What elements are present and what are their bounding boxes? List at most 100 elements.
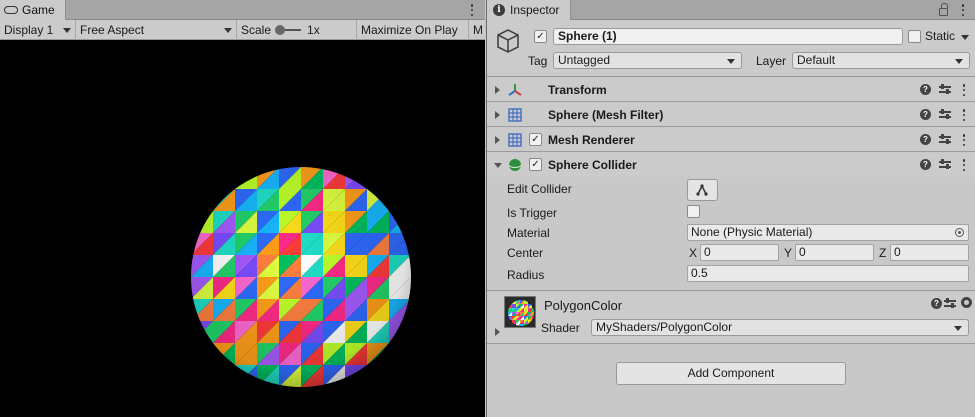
component-title: Sphere Collider	[548, 158, 637, 172]
help-icon[interactable]: ?	[920, 109, 931, 120]
unity-editor: Game Display 1 Free Aspect Scale 1x Maxi…	[0, 0, 975, 417]
fold-arrow-icon[interactable]	[495, 111, 500, 119]
center-x-input[interactable]: 0	[700, 244, 779, 261]
chevron-down-icon	[955, 59, 963, 64]
presets-icon[interactable]	[939, 83, 951, 95]
object-name-input[interactable]: Sphere (1)	[553, 28, 903, 45]
mute-audio-toggle[interactable]: M	[469, 20, 485, 40]
component-mesh-renderer[interactable]: ✓ Mesh Renderer ?	[487, 128, 975, 152]
tab-inspector-label: Inspector	[510, 3, 560, 17]
help-icon[interactable]: ?	[920, 84, 931, 95]
radius-label: Radius	[507, 268, 545, 282]
game-tab-bar: Game	[0, 0, 485, 20]
display-dropdown[interactable]: Display 1	[0, 19, 76, 40]
edit-collider-icon	[696, 184, 708, 196]
scale-value: 1x	[307, 22, 320, 37]
info-icon: i	[493, 4, 505, 16]
maximize-on-play-toggle[interactable]: Maximize On Play	[357, 19, 469, 40]
component-menu-kebab-icon[interactable]	[962, 159, 966, 171]
gear-icon[interactable]	[961, 297, 972, 308]
static-checkbox[interactable]	[908, 30, 921, 43]
scale-slider-handle[interactable]	[275, 24, 286, 35]
chevron-down-icon	[224, 27, 232, 33]
material-label: Material	[507, 226, 550, 240]
game-panel: Game Display 1 Free Aspect Scale 1x Maxi…	[0, 0, 485, 417]
layer-label: Layer	[756, 54, 787, 68]
material-name: PolygonColor	[544, 298, 623, 313]
sphere-shading	[191, 167, 411, 387]
material-fold-arrow-icon[interactable]	[495, 328, 500, 336]
radius-input[interactable]: 0.5	[687, 265, 969, 282]
game-menu-kebab-icon[interactable]	[470, 4, 474, 16]
scale-slider[interactable]	[275, 24, 302, 35]
component-tools: ?	[920, 158, 968, 172]
center-y-label: Y	[784, 246, 793, 260]
component-tools: ?	[920, 133, 968, 147]
material-preview-sphere	[508, 300, 534, 326]
aspect-dropdown[interactable]: Free Aspect	[76, 19, 237, 40]
fold-arrow-open-icon[interactable]	[494, 163, 502, 168]
sphere-collider-icon	[508, 159, 522, 171]
component-title: Mesh Renderer	[548, 133, 635, 147]
game-toolbar: Display 1 Free Aspect Scale 1x Maximize …	[0, 19, 485, 40]
component-menu-kebab-icon[interactable]	[962, 134, 966, 146]
tag-dropdown[interactable]: Untagged	[553, 52, 742, 69]
chevron-down-icon	[63, 27, 71, 33]
edit-collider-label: Edit Collider	[507, 182, 572, 196]
physic-material-field[interactable]: None (Physic Material)	[687, 224, 969, 241]
scale-control: Scale 1x	[237, 19, 357, 40]
mesh-renderer-icon	[508, 133, 522, 147]
cube-icon	[497, 29, 519, 53]
shader-value: MyShaders/PolygonColor	[596, 320, 733, 334]
component-menu-kebab-icon[interactable]	[962, 84, 966, 96]
object-picker-icon[interactable]	[955, 228, 964, 237]
sphere-collider-enabled-checkbox[interactable]: ✓	[529, 158, 542, 171]
layer-dropdown[interactable]: Default	[792, 52, 970, 69]
fold-arrow-icon[interactable]	[495, 86, 500, 94]
help-icon[interactable]: ?	[920, 134, 931, 145]
presets-icon[interactable]	[939, 158, 951, 170]
tag-label: Tag	[528, 54, 548, 68]
chevron-down-icon	[727, 59, 735, 64]
component-transform[interactable]: Transform ?	[487, 78, 975, 102]
tab-inspector[interactable]: i Inspector	[487, 0, 571, 20]
physic-material-value: None (Physic Material)	[691, 225, 813, 239]
center-z-input[interactable]: 0	[890, 244, 969, 261]
center-y-input[interactable]: 0	[795, 244, 874, 261]
material-preview-thumbnail[interactable]	[504, 296, 536, 328]
active-checkbox[interactable]: ✓	[534, 30, 547, 43]
maximize-on-play-label: Maximize On Play	[361, 22, 458, 37]
component-menu-kebab-icon[interactable]	[962, 109, 966, 121]
presets-icon[interactable]	[939, 108, 951, 120]
component-sphere-collider[interactable]: ✓ Sphere Collider ?	[487, 153, 975, 177]
gamepad-icon	[4, 6, 18, 14]
component-tools: ?	[920, 108, 968, 122]
mesh-renderer-enabled-checkbox[interactable]: ✓	[529, 133, 542, 146]
fold-arrow-icon[interactable]	[495, 136, 500, 144]
center-label: Center	[507, 246, 544, 260]
component-mesh-filter[interactable]: Sphere (Mesh Filter) ?	[487, 103, 975, 127]
lock-icon[interactable]	[939, 3, 948, 16]
is-trigger-label: Is Trigger	[507, 206, 558, 220]
edit-collider-button[interactable]	[687, 179, 718, 201]
presets-icon[interactable]	[939, 133, 951, 145]
inspector-tab-bar: i Inspector	[487, 0, 975, 20]
shader-label: Shader	[541, 321, 580, 335]
aspect-dropdown-label: Free Aspect	[80, 22, 145, 37]
is-trigger-checkbox[interactable]	[687, 205, 700, 218]
inspector-menu-kebab-icon[interactable]	[961, 4, 965, 16]
help-icon[interactable]: ?	[920, 159, 931, 170]
material-section: PolygonColor ? Shader MyShaders/PolygonC…	[487, 290, 975, 344]
help-icon[interactable]: ?	[931, 298, 942, 309]
game-viewport[interactable]	[0, 40, 485, 417]
static-chevron-down-icon[interactable]	[961, 35, 969, 40]
tag-value: Untagged	[558, 53, 611, 67]
shader-dropdown[interactable]: MyShaders/PolygonColor	[591, 319, 969, 336]
mesh-filter-icon	[508, 108, 522, 122]
layer-value: Default	[797, 53, 836, 67]
add-component-button[interactable]: Add Component	[616, 362, 846, 385]
chevron-down-icon	[954, 326, 962, 331]
presets-icon[interactable]	[944, 297, 956, 309]
tab-game[interactable]: Game	[0, 0, 66, 20]
component-tools: ?	[920, 83, 968, 97]
